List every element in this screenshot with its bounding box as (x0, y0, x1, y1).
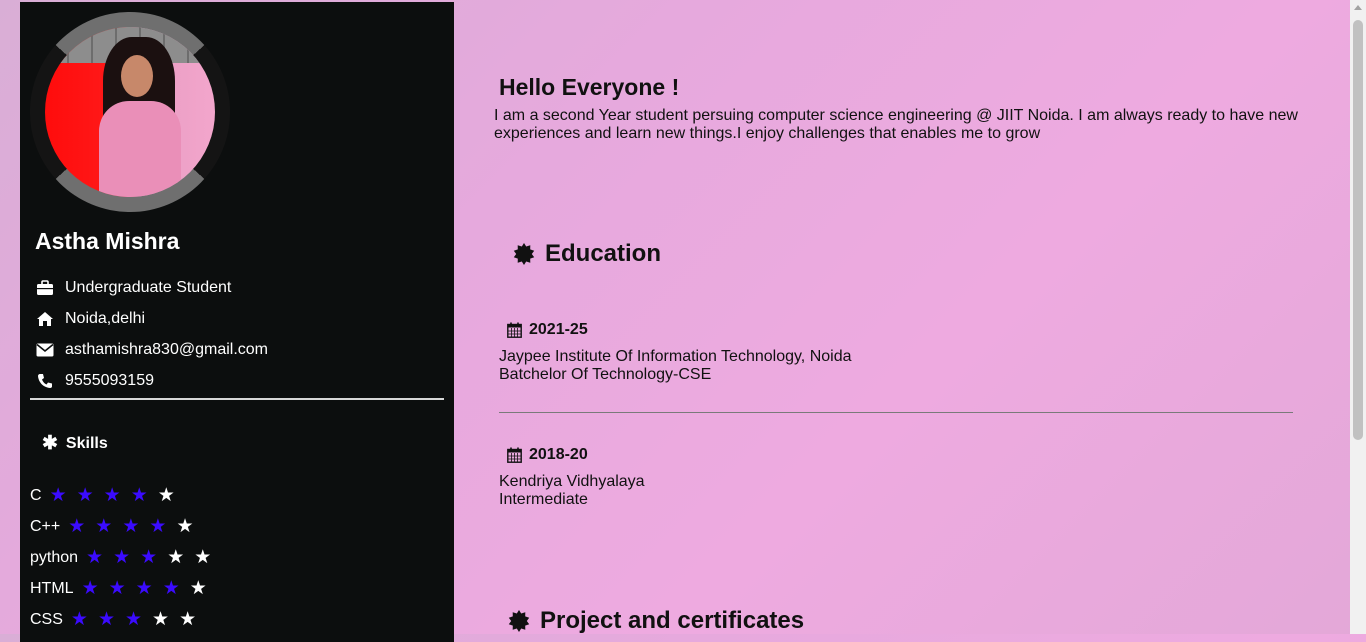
info-text[interactable]: asthamishra830@gmail.com (65, 341, 268, 359)
projects-heading: Project and certificates (508, 607, 804, 635)
skill-row: C++ ★ ★ ★ ★ ★ (30, 517, 203, 536)
star-empty-icon: ★ (194, 547, 212, 568)
star-filled-icon: ★ (49, 485, 67, 506)
avatar-ring (30, 12, 230, 212)
info-location: Noida,delhi (35, 309, 145, 329)
skills-heading: ✱ Skills (42, 432, 108, 455)
profile-name: Astha Mishra (35, 228, 180, 254)
star-filled-icon: ★ (86, 547, 104, 568)
skill-row: HTML ★ ★ ★ ★ ★ (30, 579, 217, 598)
education-institution: Kendriya Vidhyalaya (499, 473, 645, 490)
skill-name: python (30, 548, 79, 566)
scrollbar-thumb[interactable] (1353, 20, 1363, 440)
star-filled-icon: ★ (103, 485, 121, 506)
calendar-icon (507, 322, 522, 338)
info-text: 9555093159 (65, 372, 154, 389)
info-phone: 9555093159 (35, 371, 154, 391)
star-filled-icon: ★ (135, 578, 153, 599)
info-text: Noida,delhi (65, 310, 146, 327)
star-filled-icon: ★ (130, 485, 148, 506)
star-filled-icon: ★ (70, 609, 88, 630)
education-institution: Jaypee Institute Of Information Technolo… (499, 348, 852, 365)
star-filled-icon: ★ (149, 516, 167, 537)
info-text: Undergraduate Student (65, 279, 232, 296)
skill-rating: ★ ★ ★ ★ ★ (71, 610, 206, 629)
star-empty-icon: ★ (167, 547, 185, 568)
greeting-heading: Hello Everyone ! (499, 74, 680, 100)
star-filled-icon: ★ (76, 485, 94, 506)
skill-rating: ★ ★ ★ ★ ★ (82, 579, 217, 598)
info-email: asthamishra830@gmail.com (35, 340, 268, 360)
star-filled-icon: ★ (108, 578, 126, 599)
phone-icon (35, 371, 55, 391)
main-content: Hello Everyone ! I am a second Year stud… (454, 0, 1350, 634)
star-filled-icon: ★ (81, 578, 99, 599)
skill-name: CSS (30, 610, 63, 628)
vertical-scrollbar[interactable] (1350, 0, 1366, 634)
skill-name: C++ (30, 517, 61, 535)
skill-name: C (30, 486, 42, 504)
projects-title: Project and certificates (540, 607, 805, 634)
star-empty-icon: ★ (189, 578, 207, 599)
education-degree: Intermediate (499, 491, 588, 508)
education-years: 2021-25 (529, 321, 588, 338)
star-filled-icon: ★ (95, 516, 113, 537)
avatar (45, 27, 215, 197)
intro-paragraph: I am a second Year student persuing comp… (494, 107, 1298, 142)
skill-rating: ★ ★ ★ ★ ★ (68, 517, 203, 536)
info-occupation: Undergraduate Student (35, 278, 231, 298)
education-title: Education (545, 240, 662, 267)
asterisk-icon: ✱ (42, 433, 58, 454)
star-filled-icon: ★ (122, 516, 140, 537)
home-icon (35, 309, 55, 329)
star-filled-icon: ★ (97, 609, 115, 630)
sidebar-divider (30, 398, 444, 400)
education-divider (499, 412, 1293, 413)
envelope-icon (35, 340, 55, 360)
sidebar: Astha Mishra Undergraduate Student Noida… (20, 2, 454, 642)
star-empty-icon: ★ (179, 609, 197, 630)
skill-row: CSS ★ ★ ★ ★ ★ (30, 610, 206, 629)
skill-row: python ★ ★ ★ ★ ★ (30, 548, 221, 567)
star-empty-icon: ★ (157, 485, 175, 506)
star-filled-icon: ★ (125, 609, 143, 630)
star-filled-icon: ★ (68, 516, 86, 537)
skill-name: HTML (30, 579, 74, 597)
star-empty-icon: ★ (176, 516, 194, 537)
badge-icon (508, 610, 530, 632)
skill-row: C ★ ★ ★ ★ ★ (30, 486, 185, 505)
education-date: 2021-25 (507, 321, 588, 339)
education-heading: Education (513, 240, 661, 268)
education-date: 2018-20 (507, 446, 588, 464)
education-degree: Batchelor Of Technology-CSE (499, 366, 712, 383)
briefcase-icon (35, 278, 55, 298)
skill-rating: ★ ★ ★ ★ ★ (86, 548, 221, 567)
education-years: 2018-20 (529, 446, 588, 463)
star-filled-icon: ★ (140, 547, 158, 568)
scroll-up-arrow-icon[interactable] (1354, 5, 1362, 10)
star-empty-icon: ★ (152, 609, 170, 630)
skills-title: Skills (65, 434, 108, 452)
calendar-icon (507, 447, 522, 463)
badge-icon (513, 243, 535, 265)
skill-rating: ★ ★ ★ ★ ★ (50, 486, 185, 505)
star-filled-icon: ★ (162, 578, 180, 599)
star-filled-icon: ★ (113, 547, 131, 568)
